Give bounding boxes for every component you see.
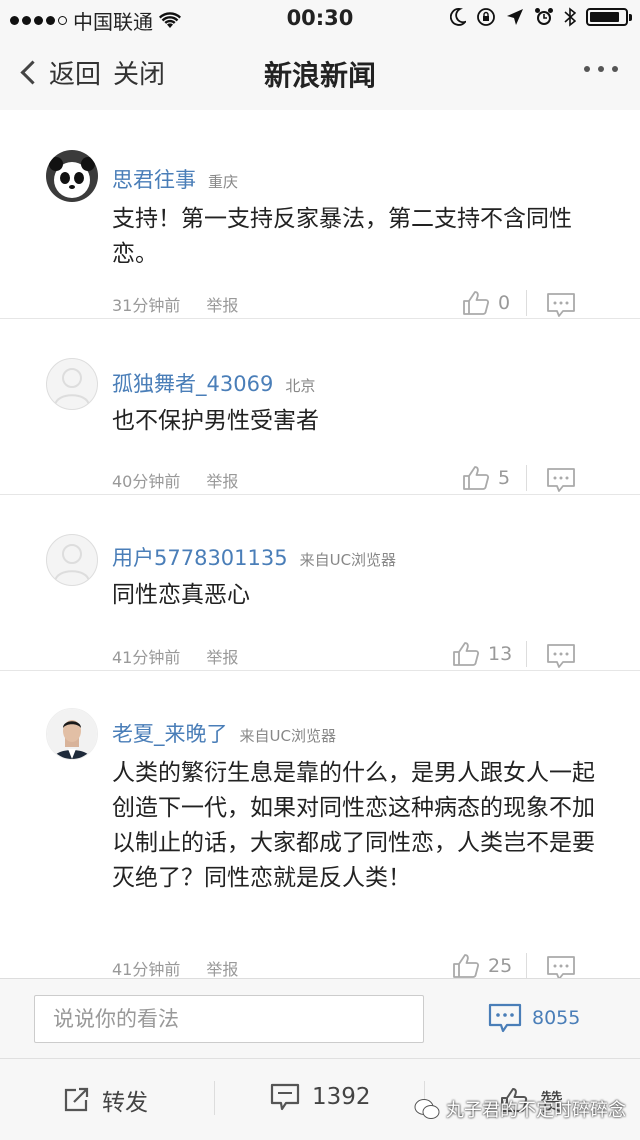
comment-text: 也不保护男性受害者 — [112, 408, 319, 434]
reply-icon[interactable] — [546, 955, 576, 978]
comment-input[interactable]: 说说你的看法 — [34, 995, 424, 1043]
page-title: 新浪新闻 — [263, 59, 376, 92]
comments-count: 1392 — [312, 1084, 371, 1110]
share-button[interactable]: 转发 — [62, 1083, 148, 1117]
moon-icon — [450, 8, 466, 26]
like-button[interactable]: 0 — [462, 290, 510, 316]
watermark: 丸子君的不定时碎碎念 — [414, 1096, 626, 1122]
report-button[interactable]: 举报 — [206, 468, 238, 492]
thumbs-up-icon — [463, 291, 490, 315]
avatar[interactable] — [46, 150, 98, 202]
username[interactable]: 用户5778301135 — [112, 542, 288, 572]
comment-time: 41分钟前 — [112, 960, 181, 978]
reply-icon[interactable] — [546, 643, 576, 669]
alarm-icon — [535, 8, 553, 25]
like-button[interactable]: 25 — [452, 953, 512, 978]
comment-time: 31分钟前 — [112, 296, 181, 315]
like-button[interactable]: 5 — [462, 465, 510, 491]
thumbs-up-icon — [453, 642, 480, 666]
comment-time: 40分钟前 — [112, 472, 181, 491]
thumbs-up-icon — [463, 466, 490, 490]
avatar[interactable] — [46, 708, 98, 760]
username[interactable]: 思君往事 — [112, 164, 196, 194]
avatar[interactable] — [46, 358, 98, 410]
default-user-icon — [54, 544, 90, 582]
default-user-icon — [54, 368, 90, 406]
like-count: 5 — [498, 467, 511, 489]
bottom-toolbar: 转发 1392 赞 丸子君的不定时碎碎念 — [0, 1058, 640, 1140]
divider — [526, 641, 527, 667]
comment-item: 用户5778301135 来自UC浏览器 同性恋真恶心 41分钟前 举报 13 — [0, 494, 640, 671]
like-count: 0 — [498, 292, 511, 314]
comment-time: 41分钟前 — [112, 648, 181, 667]
more-options-icon[interactable] — [584, 66, 618, 72]
comment-icon — [270, 1083, 300, 1111]
wechat-icon — [414, 1099, 440, 1119]
comment-item: 孤独舞者_43069 北京 也不保护男性受害者 40分钟前 举报 5 — [0, 318, 640, 495]
user-location: 来自UC浏览器 — [299, 551, 397, 569]
divider — [526, 953, 527, 978]
status-bar: 中国联通 00:30 — [0, 0, 640, 36]
comment-text: 人类的繁衍生息是靠的什么，是男人跟女人一起创造下一代，如果对同性恋这种病态的现象… — [112, 760, 595, 891]
navigation-bar: 返回 关闭 新浪新闻 — [0, 36, 640, 111]
like-count: 13 — [488, 643, 513, 665]
comment-count-button[interactable]: 8055 — [488, 1003, 580, 1033]
report-button[interactable]: 举报 — [206, 644, 238, 668]
reply-icon[interactable] — [546, 467, 576, 493]
battery-icon — [586, 8, 632, 26]
user-location: 北京 — [285, 377, 316, 395]
user-location: 重庆 — [208, 173, 239, 191]
comments-button[interactable]: 1392 — [270, 1083, 371, 1111]
like-button[interactable]: 13 — [452, 641, 512, 667]
location-icon — [507, 9, 523, 25]
share-label: 转发 — [102, 1090, 148, 1116]
username[interactable]: 老夏_来晚了 — [112, 718, 228, 748]
comment-text: 同性恋真恶心 — [112, 582, 250, 608]
panda-avatar-icon — [46, 150, 98, 202]
comment-count: 8055 — [532, 1007, 581, 1029]
like-count: 25 — [488, 955, 513, 977]
report-button[interactable]: 举报 — [206, 292, 238, 316]
watermark-text: 丸子君的不定时碎碎念 — [446, 1100, 626, 1121]
comment-item: 老夏_来晚了 来自UC浏览器 人类的繁衍生息是靠的什么，是男人跟女人一起创造下一… — [0, 670, 640, 978]
report-button[interactable]: 举报 — [206, 956, 238, 978]
username[interactable]: 孤独舞者_43069 — [112, 368, 273, 398]
comment-input-bar: 说说你的看法 8055 — [0, 978, 640, 1059]
avatar[interactable] — [46, 534, 98, 586]
divider — [526, 290, 527, 316]
rotation-lock-icon — [477, 8, 495, 26]
comment-list[interactable]: 思君往事 重庆 支持！第一支持反家暴法，第二支持不含同性恋。 31分钟前 举报 … — [0, 110, 640, 978]
user-photo-icon — [47, 709, 97, 759]
thumbs-up-icon — [453, 954, 480, 978]
comment-text: 支持！第一支持反家暴法，第二支持不含同性恋。 — [112, 206, 572, 267]
bluetooth-icon — [564, 7, 576, 27]
user-location: 来自UC浏览器 — [239, 727, 336, 745]
divider — [526, 465, 527, 491]
reply-icon[interactable] — [546, 292, 576, 318]
comment-bubble-icon — [488, 1003, 522, 1033]
comment-item: 思君往事 重庆 支持！第一支持反家暴法，第二支持不含同性恋。 31分钟前 举报 … — [0, 120, 640, 319]
share-icon — [64, 1087, 89, 1112]
divider — [214, 1081, 215, 1115]
